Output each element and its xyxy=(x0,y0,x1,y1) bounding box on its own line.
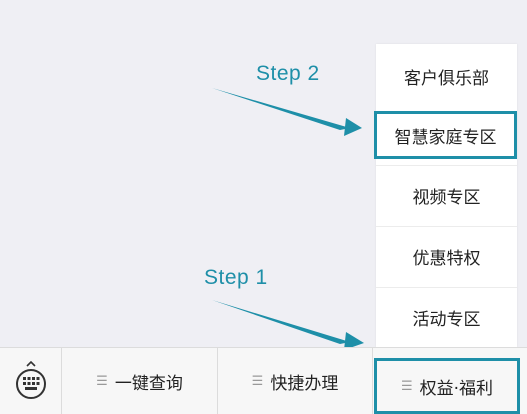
popup-menu: 客户俱乐部 智慧家庭专区 视频专区 优惠特权 活动专区 xyxy=(374,44,517,347)
bottom-menu-bar: ☰ 一键查询 ☰ 快捷办理 ☰ 权益·福利 xyxy=(0,347,527,414)
menu-item-label: 客户俱乐部 xyxy=(404,68,489,89)
keyboard-icon xyxy=(15,361,46,399)
menu-item-events[interactable]: 活动专区 xyxy=(376,287,517,347)
menu-item-customer-club[interactable]: 客户俱乐部 xyxy=(376,46,517,106)
tab-quick-handle[interactable]: ☰ 快捷办理 xyxy=(218,348,373,414)
menu-item-label: 视频专区 xyxy=(412,188,481,208)
menu-lines-icon: ☰ xyxy=(96,373,108,389)
menu-lines-icon: ☰ xyxy=(400,378,413,394)
step2-arrow-head xyxy=(344,118,362,136)
menu-lines-icon: ☰ xyxy=(251,373,264,389)
menu-item-video-zone[interactable]: 视频专区 xyxy=(376,165,517,225)
tab-label: 权益·福利 xyxy=(419,378,494,399)
tab-label: 一键查询 xyxy=(114,373,183,394)
step2-label: Step 2 xyxy=(256,62,320,85)
keyboard-toggle-button[interactable] xyxy=(0,348,62,414)
step2-arrow xyxy=(212,88,350,130)
menu-item-label: 智慧家庭专区 xyxy=(394,127,497,148)
menu-item-privileges[interactable]: 优惠特权 xyxy=(376,226,517,286)
menu-item-label: 优惠特权 xyxy=(412,249,481,269)
menu-item-smart-home[interactable]: 智慧家庭专区 xyxy=(374,111,517,159)
step1-arrow xyxy=(212,300,350,344)
tab-rights-benefits[interactable]: ☰ 权益·福利 xyxy=(374,358,520,414)
menu-item-label: 活动专区 xyxy=(412,310,481,330)
tab-label: 快捷办理 xyxy=(270,373,339,394)
tab-quick-query[interactable]: ☰ 一键查询 xyxy=(62,348,218,414)
step1-label: Step 1 xyxy=(204,266,268,289)
